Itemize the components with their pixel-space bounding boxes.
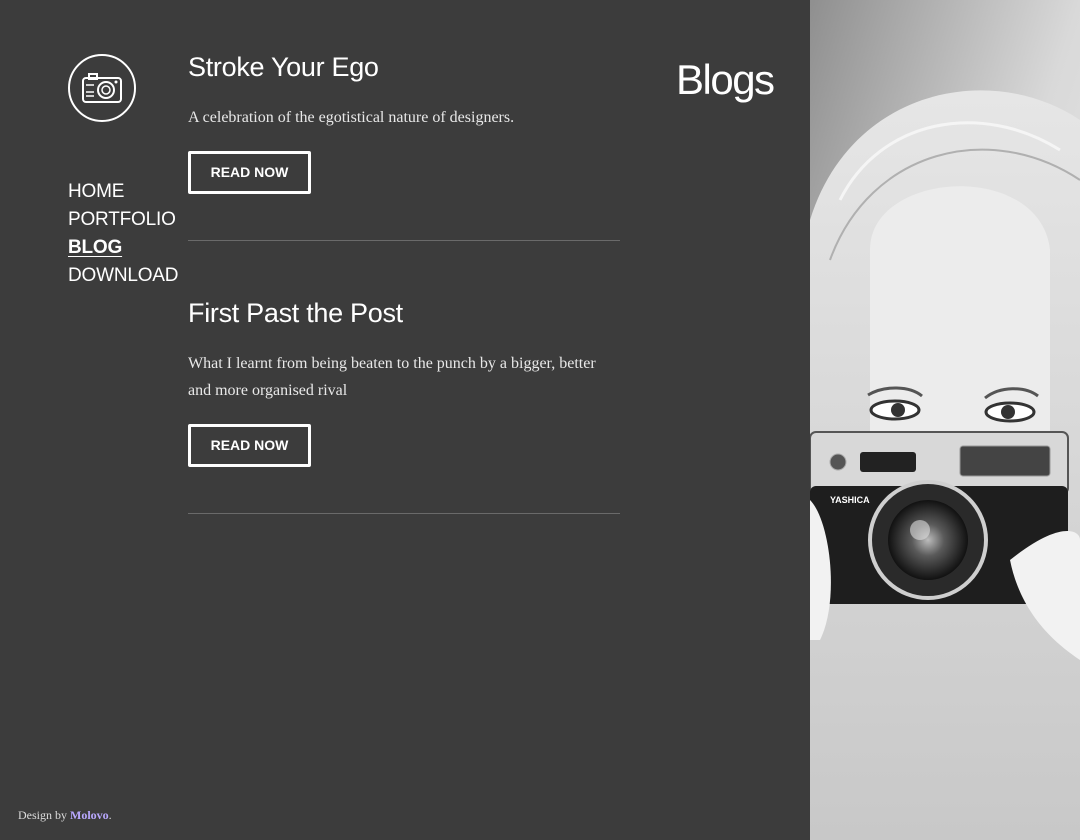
camera-icon: [82, 73, 122, 103]
site-logo[interactable]: [68, 54, 136, 122]
blog-post: Stroke Your Ego A celebration of the ego…: [188, 50, 620, 241]
post-title[interactable]: Stroke Your Ego: [188, 50, 620, 84]
post-excerpt: What I learnt from being beaten to the p…: [188, 355, 596, 399]
nav-item-blog[interactable]: BLOG: [68, 234, 178, 262]
footer-credit: Design by Molovo.: [18, 808, 112, 823]
photographer-illustration: YASHICA: [810, 0, 1080, 840]
page-title: Blogs: [676, 56, 775, 103]
camera-brand: YASHICA: [830, 495, 870, 505]
blog-post: First Past the Post What I learnt from b…: [188, 296, 620, 514]
read-now-button[interactable]: READ NOW: [188, 151, 311, 194]
nav-item-home[interactable]: HOME: [68, 178, 178, 206]
nav-item-download[interactable]: DOWNLOAD: [68, 262, 178, 290]
nav-item-portfolio[interactable]: PORTFOLIO: [68, 206, 178, 234]
hero-photo: YASHICA: [810, 0, 1080, 840]
read-now-button[interactable]: READ NOW: [188, 424, 311, 467]
author-link[interactable]: Molovo: [70, 808, 109, 822]
post-excerpt: A celebration of the egotistical nature …: [188, 109, 515, 126]
divider: [188, 240, 620, 241]
post-title[interactable]: First Past the Post: [188, 296, 620, 330]
credit-prefix: Design by: [18, 808, 70, 822]
main-nav: HOME PORTFOLIO BLOG DOWNLOAD: [68, 178, 178, 290]
divider: [188, 513, 620, 514]
credit-suffix: .: [108, 808, 112, 822]
